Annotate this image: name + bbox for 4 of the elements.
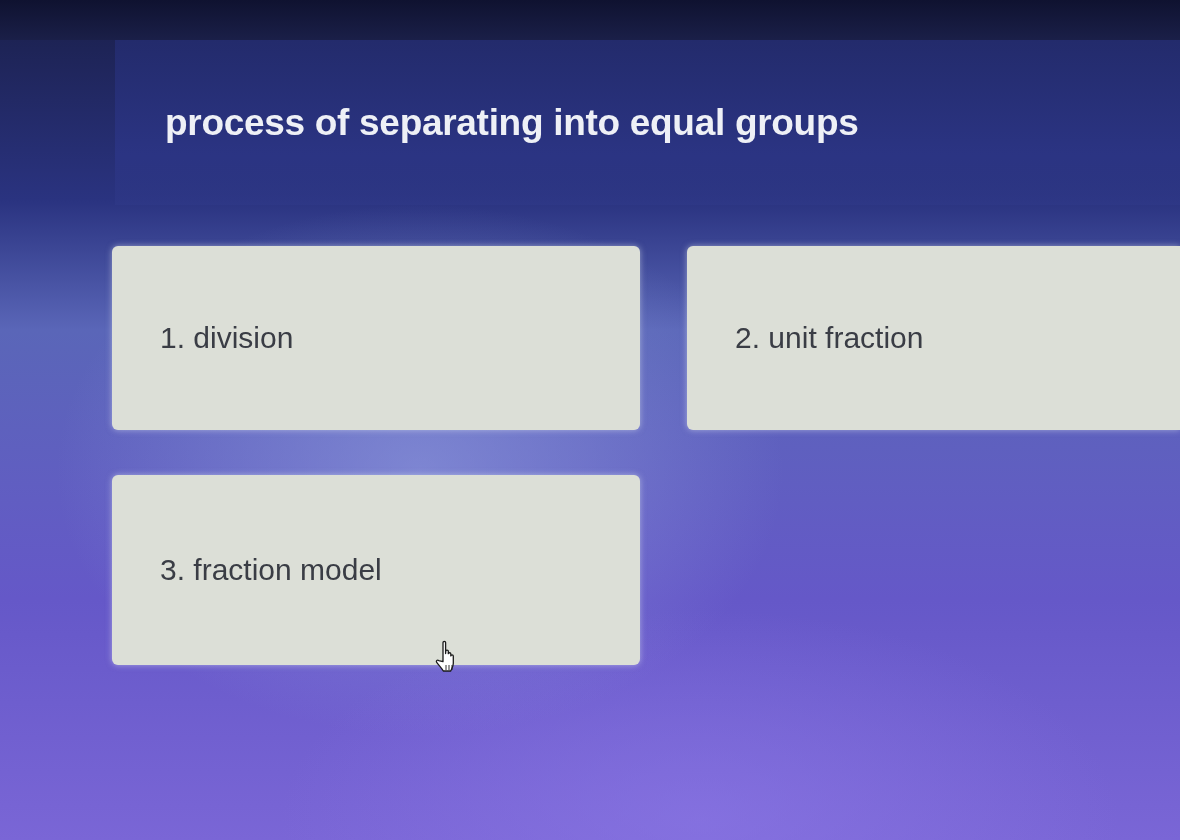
answer-option[interactable]: 1. division — [112, 246, 640, 430]
answer-option[interactable]: 2. unit fraction — [687, 246, 1180, 430]
question-text: process of separating into equal groups — [165, 101, 859, 144]
answer-option[interactable]: 3. fraction model — [112, 475, 640, 665]
